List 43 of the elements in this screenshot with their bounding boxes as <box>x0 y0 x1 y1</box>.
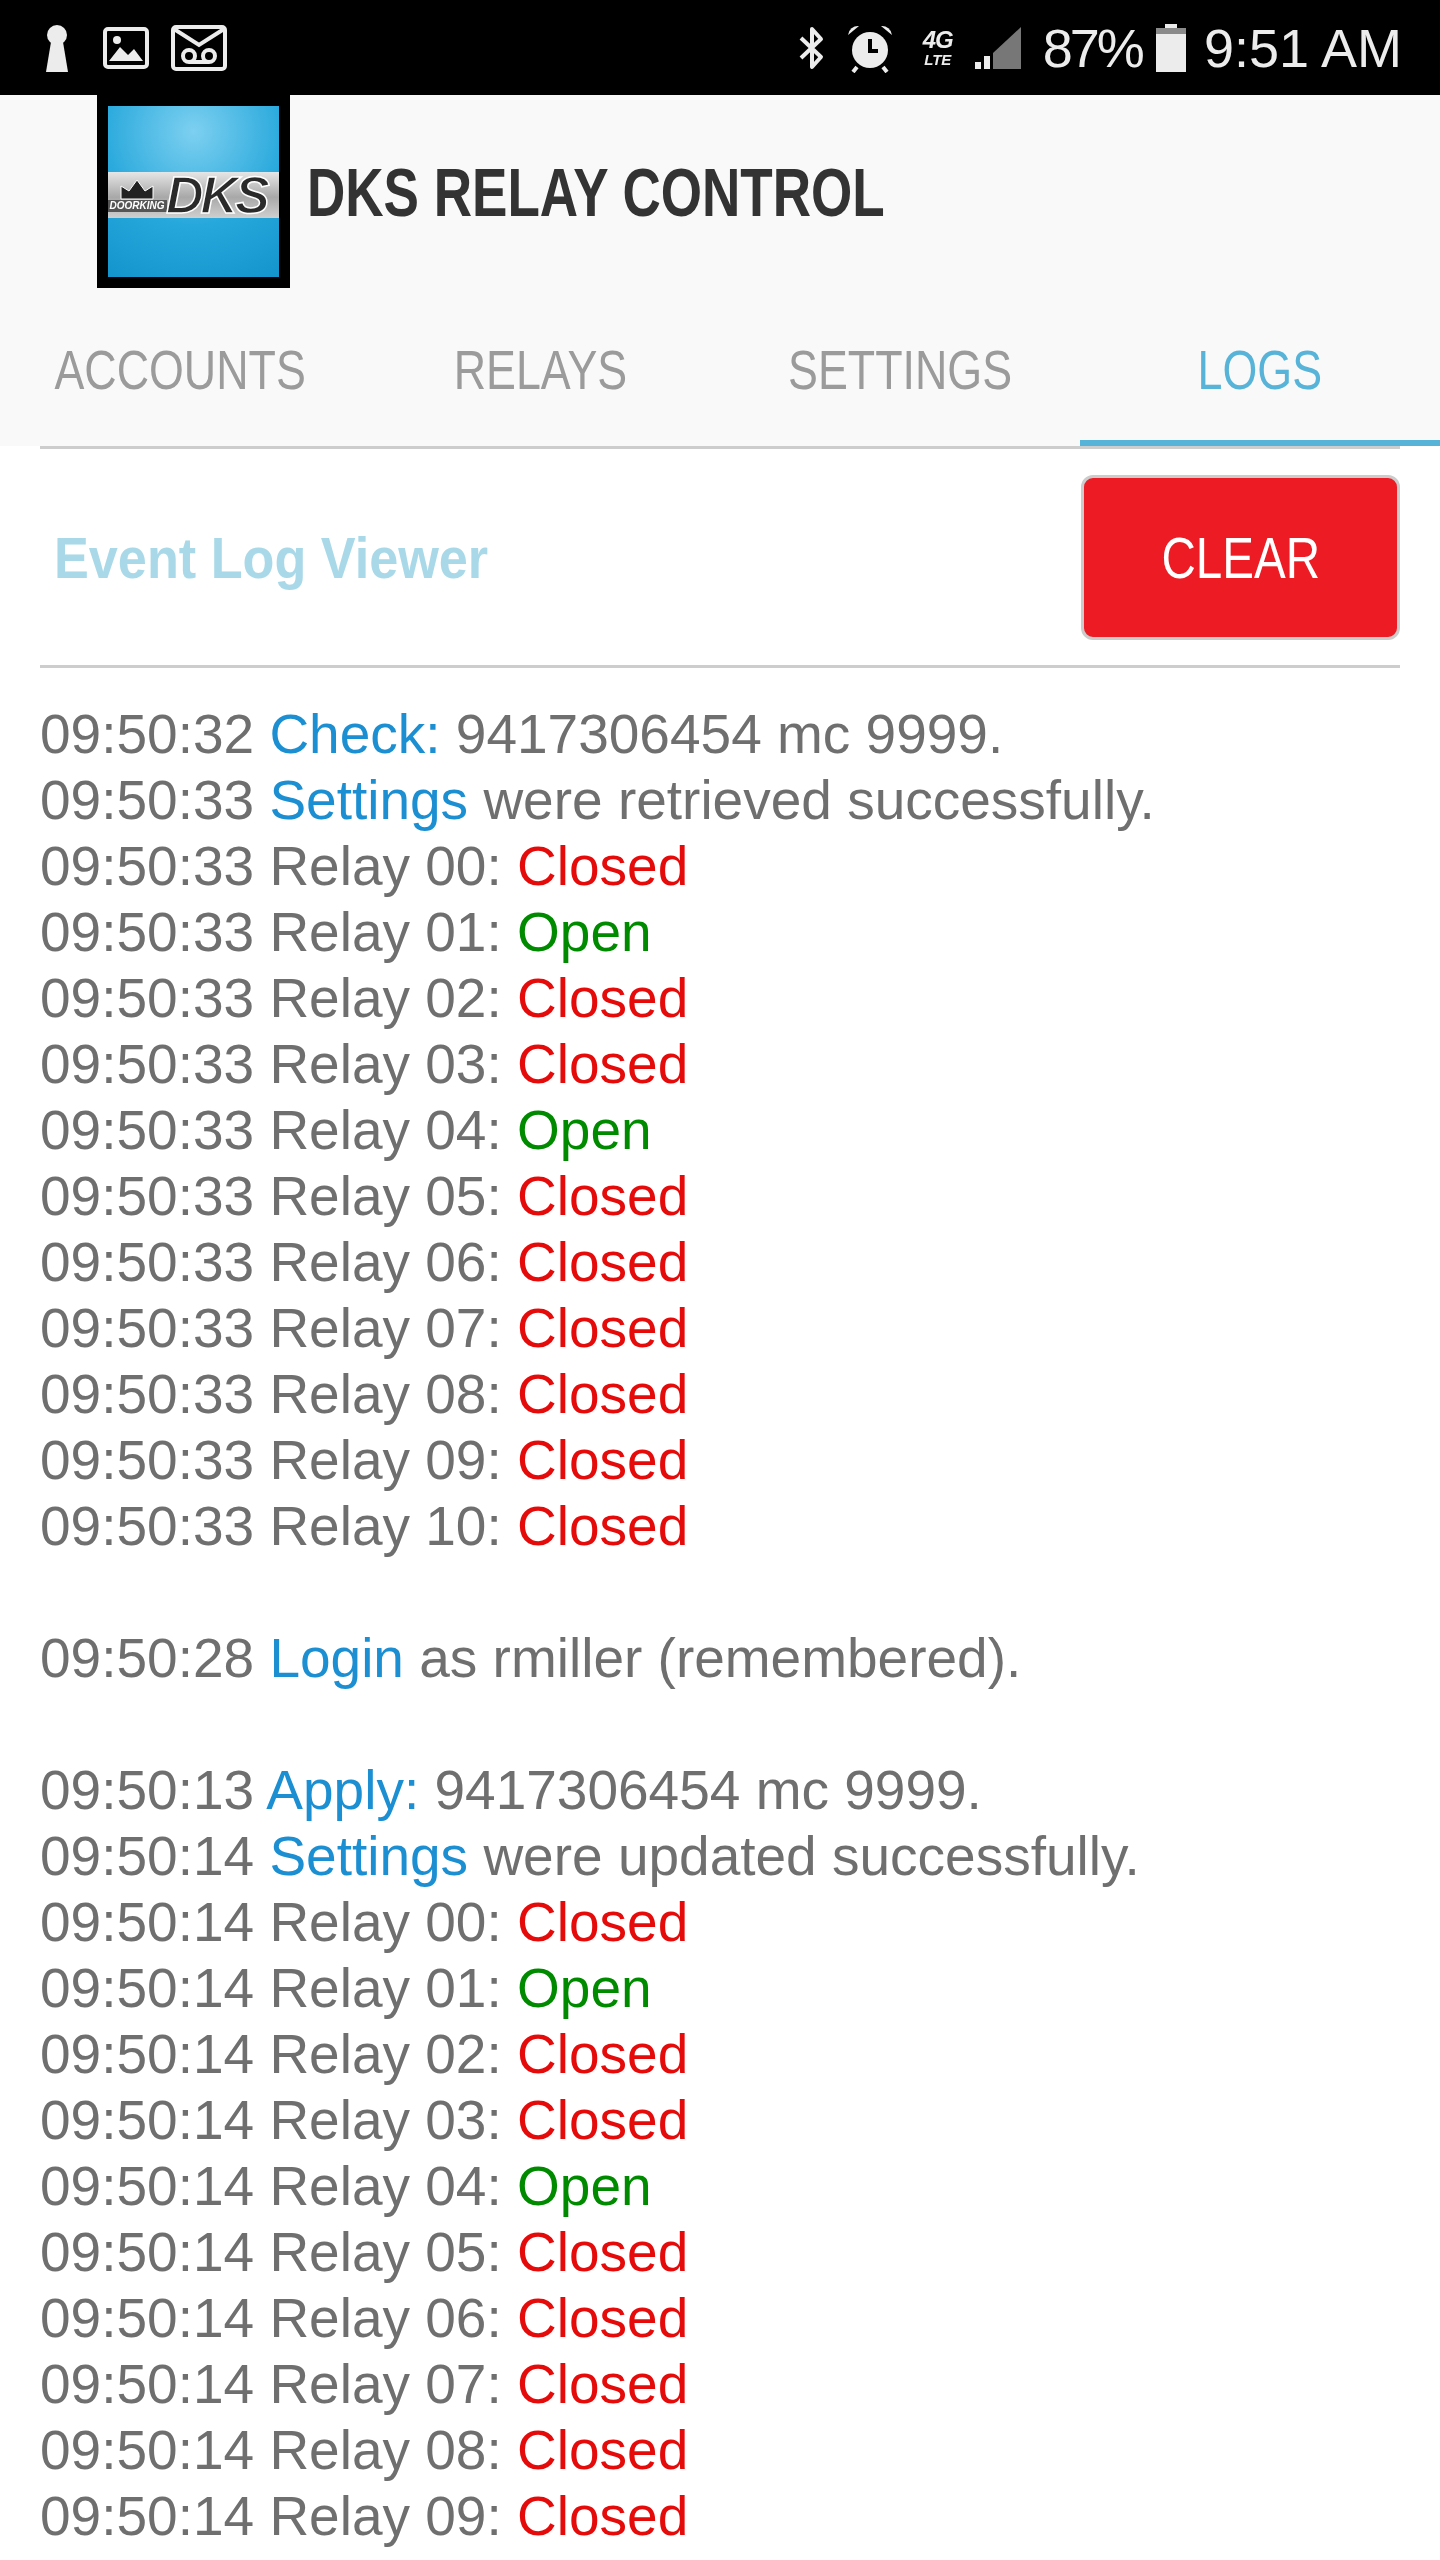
network-type-label: 4G <box>922 28 953 52</box>
log-line: 09:50:33 Relay 05: Closed <box>40 1164 690 1229</box>
logo-wordmark: DKS <box>166 169 267 221</box>
voicemail-icon <box>171 24 227 71</box>
log-line: 09:50:14 Relay 09: Closed <box>40 2484 690 2549</box>
log-line: 09:50:14 Relay 06: Closed <box>40 2286 690 2351</box>
log-line: 09:50:33 Relay 04: Open <box>40 1098 653 1163</box>
tab[interactable]: SETTINGS <box>720 288 1080 446</box>
signal-icon <box>972 24 1023 71</box>
log-line: 09:50:14 Relay 05: Closed <box>40 2220 690 2285</box>
log-line: 09:50:14 Relay 08: Closed <box>40 2418 690 2483</box>
log-line: 09:50:33 Relay 06: Closed <box>40 1230 690 1295</box>
log-line: 09:50:33 Relay 00: Closed <box>40 834 690 899</box>
panel-title: Event Log Viewer <box>54 523 489 591</box>
network-subtype-label: LTE <box>924 52 952 67</box>
log-line: 09:50:14 Relay 03: Closed <box>40 2088 690 2153</box>
log-line: 09:50:14 Settings were updated successfully. <box>40 1824 1141 1889</box>
clock-time: 9:51 AM <box>1203 20 1402 75</box>
tab[interactable]: RELAYS <box>360 288 720 446</box>
log-line: 09:50:32 Check: 9417306454 mc 9999. <box>40 702 1005 767</box>
log-line: 09:50:33 Relay 07: Closed <box>40 1296 690 1361</box>
log-line: 09:50:33 Relay 02: Closed <box>40 966 690 1031</box>
log-line: 09:50:33 Settings were retrieved successfully. <box>40 768 1156 833</box>
image-icon <box>103 26 149 69</box>
log-line: 09:50:28 Login as rmiller (remembered). <box>40 1626 1023 1691</box>
battery-percentage: 87% <box>1042 20 1142 75</box>
log-line: 09:50:33 Relay 01: Open <box>40 900 653 965</box>
log-line: 09:50:33 Relay 09: Closed <box>40 1428 690 1493</box>
battery-icon <box>1153 23 1188 72</box>
clear-button[interactable]: CLEAR <box>1081 474 1400 640</box>
tab[interactable]: ACCOUNTS <box>0 288 360 446</box>
log-line: 09:50:33 Relay 08: Closed <box>40 1362 690 1427</box>
logo-tagline: DOORKING <box>107 200 167 212</box>
log-line: 09:50:14 Relay 07: Closed <box>40 2352 690 2417</box>
crown-icon <box>119 178 155 200</box>
log-line: 09:50:14 Relay 02: Closed <box>40 2022 690 2087</box>
log-line: 09:50:33 Relay 03: Closed <box>40 1032 690 1097</box>
log-line: 09:50:14 Relay 00: Closed <box>40 1890 690 1955</box>
log-line: 09:50:14 Relay 04: Open <box>40 2154 653 2219</box>
log-line: 09:50:14 Relay 01: Open <box>40 1956 653 2021</box>
log-line: 09:50:33 Relay 10: Closed <box>40 1494 690 1559</box>
app-title: DKS RELAY CONTROL <box>307 152 885 231</box>
log-line: 09:50:13 Apply: 9417306454 mc 9999. <box>40 1758 983 1823</box>
